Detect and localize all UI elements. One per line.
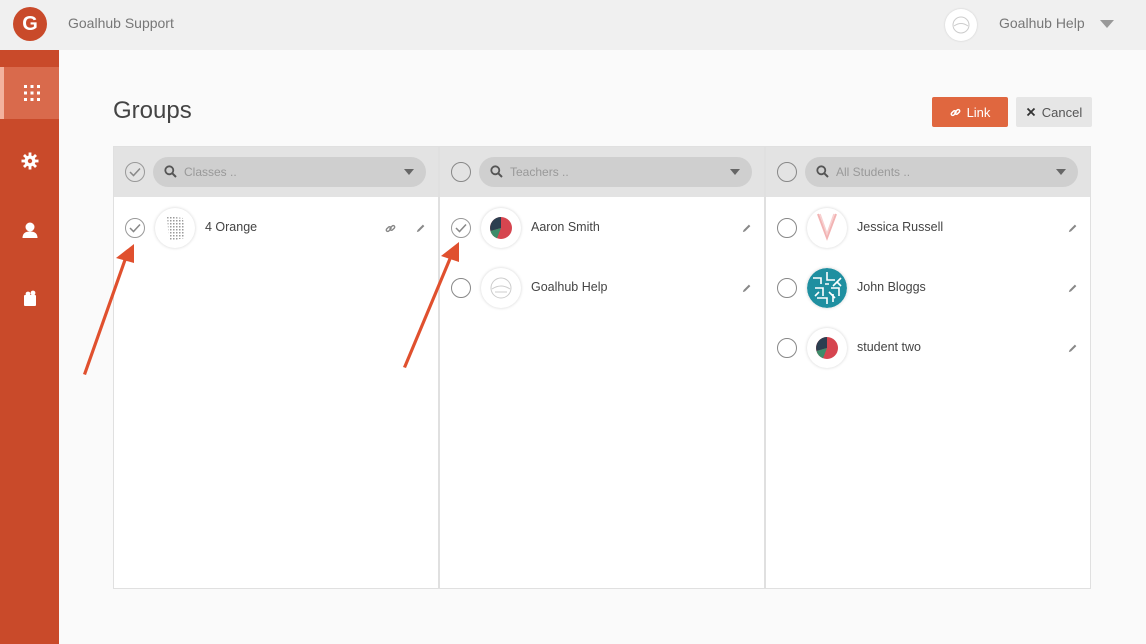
student-avatar bbox=[807, 328, 847, 368]
sidebar-item-groups[interactable] bbox=[0, 67, 59, 119]
pie-avatar-icon bbox=[490, 217, 512, 239]
panel-header: All Students .. bbox=[766, 147, 1090, 197]
list-item[interactable]: Aaron Smith bbox=[440, 199, 764, 255]
user-icon bbox=[22, 222, 37, 238]
row-checkbox[interactable] bbox=[777, 218, 797, 238]
sketch-avatar-icon bbox=[952, 16, 970, 34]
teacher-avatar bbox=[481, 208, 521, 248]
panel-header: Classes .. bbox=[114, 147, 438, 197]
students-search-select[interactable]: All Students .. bbox=[805, 157, 1078, 187]
row-label: Aaron Smith bbox=[531, 220, 600, 234]
teacher-avatar bbox=[481, 268, 521, 308]
student-avatar bbox=[807, 268, 847, 308]
vshape-avatar-icon bbox=[817, 213, 837, 241]
app-logo[interactable]: G bbox=[13, 7, 47, 41]
row-checkbox[interactable] bbox=[451, 218, 471, 238]
teachers-search-select[interactable]: Teachers .. bbox=[479, 157, 752, 187]
select-all-classes-checkbox[interactable] bbox=[125, 162, 145, 182]
row-checkbox[interactable] bbox=[777, 278, 797, 298]
sidebar-item-users[interactable] bbox=[0, 204, 59, 256]
row-label: Goalhub Help bbox=[531, 280, 608, 294]
select-all-teachers-checkbox[interactable] bbox=[451, 162, 471, 182]
sketch-avatar-icon bbox=[490, 277, 512, 299]
link-icon bbox=[950, 108, 961, 116]
checkmark-icon bbox=[455, 223, 467, 233]
list-item[interactable]: student two bbox=[766, 319, 1090, 375]
search-icon bbox=[816, 165, 829, 178]
cancel-button[interactable]: Cancel bbox=[1016, 97, 1092, 127]
link-button-label: Link bbox=[966, 104, 991, 120]
chevron-down-icon[interactable] bbox=[730, 169, 740, 175]
pie-avatar-icon bbox=[816, 337, 838, 359]
list-item[interactable]: John Bloggs bbox=[766, 259, 1090, 315]
sidebar bbox=[0, 50, 59, 644]
page-title: Groups bbox=[113, 97, 192, 124]
sidebar-item-settings[interactable] bbox=[0, 135, 59, 187]
row-label: student two bbox=[857, 340, 921, 354]
close-icon bbox=[1026, 107, 1035, 117]
link-button[interactable]: Link bbox=[932, 97, 1008, 127]
row-label: 4 Orange bbox=[205, 220, 258, 234]
checkmark-icon bbox=[129, 223, 141, 233]
search-placeholder: Teachers .. bbox=[510, 165, 569, 179]
list-item[interactable]: 4 Orange bbox=[114, 199, 438, 255]
noise-avatar-icon bbox=[167, 216, 185, 241]
panel-header: Teachers .. bbox=[440, 147, 764, 197]
user-avatar[interactable] bbox=[945, 9, 977, 41]
gear-icon bbox=[21, 152, 38, 170]
pencil-icon[interactable] bbox=[1067, 283, 1078, 294]
list-item[interactable]: Goalhub Help bbox=[440, 259, 764, 315]
classes-panel: Classes .. 4 Orange bbox=[113, 146, 439, 589]
checkmark-icon bbox=[129, 167, 141, 177]
top-bar: G Goalhub Support Goalhub Help bbox=[0, 0, 1146, 50]
pencil-icon[interactable] bbox=[415, 223, 426, 234]
row-checkbox[interactable] bbox=[125, 218, 145, 238]
app-title[interactable]: Goalhub Support bbox=[68, 15, 174, 31]
chevron-down-icon[interactable] bbox=[404, 169, 414, 175]
list-item[interactable]: Jessica Russell bbox=[766, 199, 1090, 255]
teachers-panel: Teachers .. Aaron Smith Goalhub Help bbox=[439, 146, 765, 589]
row-checkbox[interactable] bbox=[451, 278, 471, 298]
chevron-down-icon[interactable] bbox=[1056, 169, 1066, 175]
grid-icon bbox=[23, 85, 40, 101]
row-checkbox[interactable] bbox=[777, 338, 797, 358]
pencil-icon[interactable] bbox=[1067, 223, 1078, 234]
row-label: John Bloggs bbox=[857, 280, 926, 294]
class-avatar bbox=[155, 208, 195, 248]
search-placeholder: Classes .. bbox=[184, 165, 237, 179]
select-all-students-checkbox[interactable] bbox=[777, 162, 797, 182]
maze-avatar-icon bbox=[807, 268, 847, 308]
user-menu-name[interactable]: Goalhub Help bbox=[999, 15, 1085, 31]
puzzle-icon bbox=[23, 290, 36, 306]
pencil-icon[interactable] bbox=[1067, 343, 1078, 354]
students-panel: All Students .. Jessica Russell John Blo… bbox=[765, 146, 1091, 589]
search-icon bbox=[490, 165, 503, 178]
sidebar-item-integrations[interactable] bbox=[0, 272, 59, 324]
user-menu-caret-icon[interactable] bbox=[1100, 20, 1114, 28]
cancel-button-label: Cancel bbox=[1041, 104, 1083, 120]
pencil-icon[interactable] bbox=[741, 283, 752, 294]
pencil-icon[interactable] bbox=[741, 223, 752, 234]
link-icon[interactable] bbox=[385, 223, 396, 234]
search-placeholder: All Students .. bbox=[836, 165, 911, 179]
student-avatar bbox=[807, 208, 847, 248]
classes-search-select[interactable]: Classes .. bbox=[153, 157, 426, 187]
row-label: Jessica Russell bbox=[857, 220, 944, 234]
search-icon bbox=[164, 165, 177, 178]
